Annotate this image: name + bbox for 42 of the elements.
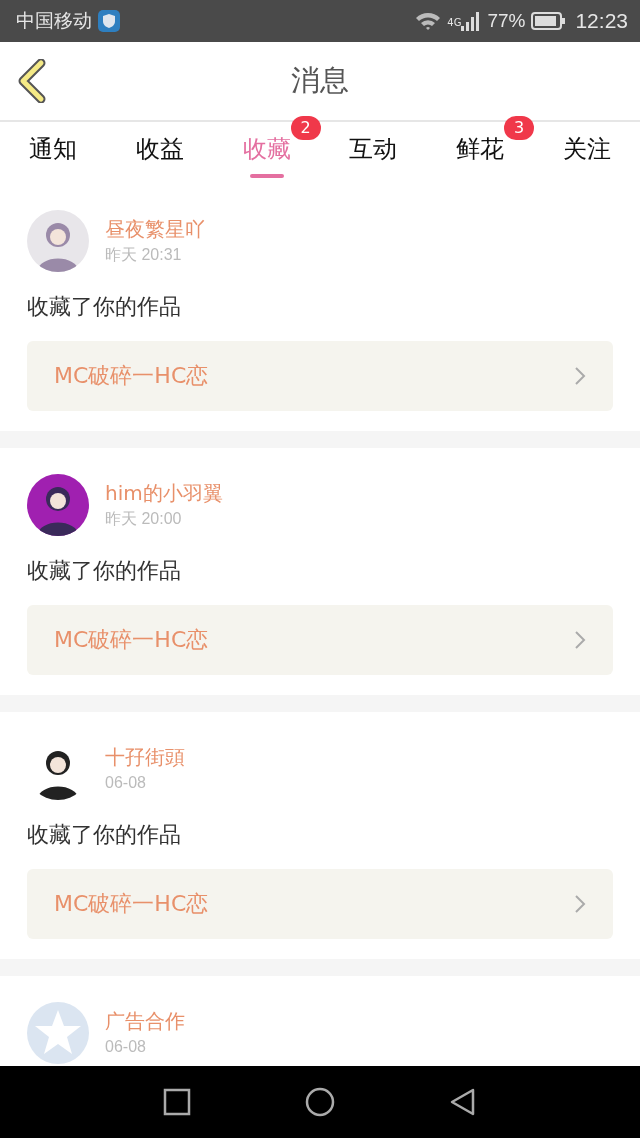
signal-icon [461, 11, 482, 31]
home-icon[interactable] [305, 1087, 335, 1117]
star-avatar-icon [27, 1002, 89, 1064]
work-link[interactable]: MC破碎一HC恋 [27, 341, 613, 411]
timestamp: 06-08 [105, 773, 146, 793]
tab[interactable]: 互动 [349, 134, 398, 164]
tab[interactable]: 关注 [562, 134, 611, 164]
tab[interactable]: 鲜花 [456, 134, 504, 164]
battery-percent: 77% [487, 10, 526, 32]
user-name[interactable]: 广告合作 [105, 1008, 185, 1034]
message-text: 收藏了你的作品 [27, 557, 182, 585]
tab[interactable]: 收藏 [242, 134, 291, 164]
work-link[interactable]: MC破碎一HC恋 [27, 605, 613, 675]
tab-indicator [249, 174, 284, 178]
message-text: 收藏了你的作品 [27, 821, 182, 849]
work-title: MC破碎一HC恋 [54, 626, 209, 654]
count-badge: 3 [504, 116, 534, 140]
tab[interactable]: 收益 [136, 134, 184, 164]
work-title: MC破碎一HC恋 [54, 362, 209, 390]
back-icon[interactable] [17, 59, 47, 103]
timestamp: 06-08 [105, 1037, 146, 1057]
user-name[interactable]: 昼夜繁星吖 [105, 216, 205, 242]
work-title: MC破碎一HC恋 [54, 890, 209, 918]
recent-apps-icon[interactable] [162, 1087, 192, 1117]
carrier-name: 中国移动 [16, 9, 92, 33]
work-link[interactable]: MC破碎一HC恋 [27, 869, 613, 939]
user-name[interactable]: 十孖街頭 [105, 744, 185, 770]
shield-icon [98, 10, 120, 32]
message-text: 收藏了你的作品 [27, 293, 182, 321]
clock: 12:23 [575, 9, 628, 33]
tab[interactable]: 通知 [29, 134, 78, 164]
user-name[interactable]: him的小羽翼 [105, 480, 223, 506]
page-title: 消息 [291, 62, 349, 99]
network-label: 4G [447, 17, 462, 28]
chevron-right-icon [574, 366, 586, 386]
timestamp: 昨天 20:31 [105, 245, 182, 265]
timestamp: 昨天 20:00 [105, 509, 182, 529]
chevron-right-icon [574, 630, 586, 650]
wifi-icon [415, 11, 442, 31]
chevron-right-icon [574, 894, 586, 914]
count-badge: 2 [290, 116, 321, 140]
battery-icon [531, 12, 566, 30]
